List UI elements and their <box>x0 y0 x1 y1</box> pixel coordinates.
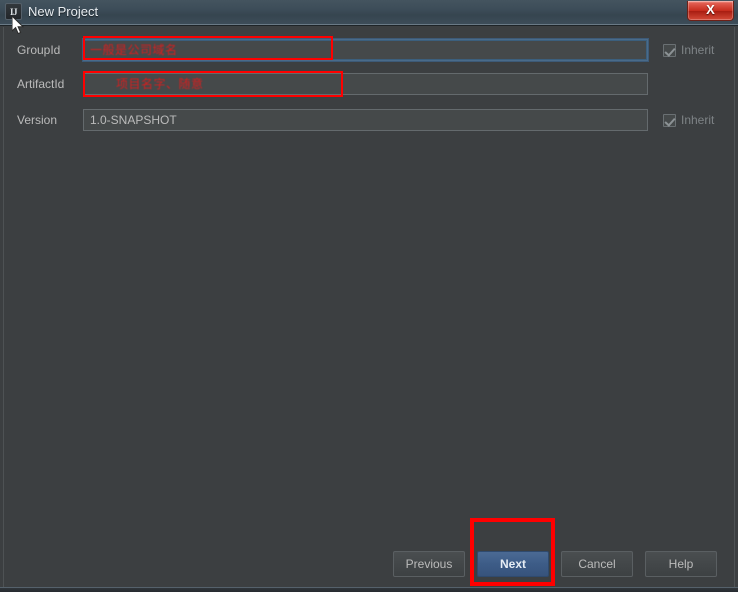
new-project-dialog: IJ New Project X GroupId 一般是公司域名 Inherit… <box>0 0 738 592</box>
intellij-idea-icon: IJ <box>5 3 22 20</box>
help-button[interactable]: Help <box>645 551 717 577</box>
dialog-bottom-edge <box>0 587 738 592</box>
input-version[interactable]: 1.0-SNAPSHOT <box>83 109 648 131</box>
cancel-button[interactable]: Cancel <box>561 551 633 577</box>
label-groupid: GroupId <box>17 43 61 57</box>
annotation-text-groupid: 一般是公司域名 <box>90 43 178 57</box>
input-groupid[interactable]: 一般是公司域名 <box>83 39 648 61</box>
inherit-checkbox-groupid[interactable]: Inherit <box>663 39 714 61</box>
next-button[interactable]: Next <box>477 551 549 577</box>
annotation-text-artifactid: 项目名字、随意 <box>116 77 204 91</box>
input-artifactid[interactable]: 项目名字、随意 <box>83 73 648 95</box>
title-bar: IJ New Project X <box>0 0 738 26</box>
inherit-label-version: Inherit <box>681 113 715 127</box>
close-icon: X <box>706 2 715 17</box>
previous-button[interactable]: Previous <box>393 551 465 577</box>
close-button[interactable]: X <box>687 1 734 21</box>
checkbox-checked-icon <box>663 113 676 127</box>
inherit-checkbox-version[interactable]: Inherit <box>663 109 714 131</box>
label-version: Version <box>17 113 58 127</box>
window-title: New Project <box>28 4 99 19</box>
dialog-content: GroupId 一般是公司域名 Inherit ArtifactId 项目名字、… <box>0 26 738 592</box>
label-artifactid: ArtifactId <box>17 77 65 91</box>
inherit-label-groupid: Inherit <box>681 43 715 57</box>
checkbox-checked-icon <box>663 43 676 57</box>
